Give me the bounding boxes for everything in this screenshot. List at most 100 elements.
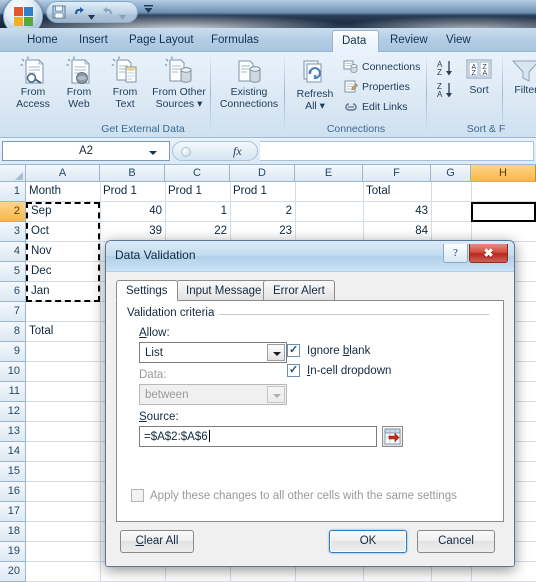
cell-c1[interactable]: Prod 1 bbox=[165, 182, 230, 201]
source-input[interactable]: =$A$2:$A$6 bbox=[139, 426, 377, 447]
row-header-12[interactable]: 12 bbox=[0, 402, 26, 422]
dialog-tab-settings[interactable]: Settings bbox=[116, 280, 178, 301]
column-header-d[interactable]: D bbox=[230, 165, 295, 181]
cell-f2[interactable]: 43 bbox=[363, 202, 431, 221]
cell-d2[interactable]: 2 bbox=[230, 202, 295, 221]
allow-combobox[interactable]: List bbox=[139, 342, 287, 363]
in-cell-dropdown-text: n-cell dropdown bbox=[310, 365, 392, 377]
row-header-13[interactable]: 13 bbox=[0, 422, 26, 442]
column-header-h[interactable]: H bbox=[471, 165, 536, 181]
tab-home[interactable]: Home bbox=[18, 30, 68, 52]
properties-button[interactable]: Properties bbox=[342, 78, 410, 96]
cell-a3[interactable]: Oct bbox=[28, 222, 98, 241]
cell-c3[interactable]: 22 bbox=[165, 222, 230, 241]
office-button[interactable] bbox=[3, 0, 43, 28]
tab-formulas[interactable]: Formulas bbox=[202, 30, 268, 52]
cell-a5[interactable]: Dec bbox=[28, 262, 98, 281]
from-text-button[interactable]: From Text bbox=[102, 54, 148, 110]
column-header-a[interactable]: A bbox=[26, 165, 100, 181]
validation-criteria-label: Validation criteria bbox=[127, 307, 220, 319]
dialog-titlebar[interactable]: Data Validation ? ✖ bbox=[106, 241, 514, 272]
row-header-6[interactable]: 6 bbox=[0, 282, 26, 302]
formula-input[interactable] bbox=[260, 141, 534, 161]
in-cell-dropdown-checkbox[interactable]: ✓ bbox=[287, 364, 300, 377]
filter-button[interactable]: Filter bbox=[506, 56, 536, 97]
tab-insert[interactable]: Insert bbox=[70, 30, 118, 52]
cell-a4[interactable]: Nov bbox=[28, 242, 98, 261]
column-header-e[interactable]: E bbox=[295, 165, 363, 181]
from-access-button[interactable]: From Access bbox=[10, 54, 56, 110]
cell-b3[interactable]: 39 bbox=[100, 222, 165, 241]
name-box-dropdown-icon[interactable] bbox=[149, 151, 157, 155]
column-header-g[interactable]: G bbox=[431, 165, 471, 181]
dialog-close-button[interactable]: ✖ bbox=[469, 244, 508, 263]
cell-a8[interactable]: Total bbox=[26, 322, 100, 341]
formula-input-area: fx bbox=[172, 141, 534, 161]
row-header-10[interactable]: 10 bbox=[0, 362, 26, 382]
row-header-1[interactable]: 1 bbox=[0, 182, 26, 202]
cell-c2[interactable]: 1 bbox=[165, 202, 230, 221]
column-header-b[interactable]: B bbox=[100, 165, 165, 181]
from-web-button[interactable]: From Web bbox=[56, 54, 102, 110]
row-header-7[interactable]: 7 bbox=[0, 302, 26, 322]
row-header-18[interactable]: 18 bbox=[0, 522, 26, 542]
sort-button[interactable]: A Z Z A Sort bbox=[460, 56, 498, 97]
cell-f1[interactable]: Total bbox=[363, 182, 431, 201]
from-other-sources-button[interactable]: From Other Sources ▾ bbox=[146, 54, 212, 110]
sort-az-button[interactable]: A Z bbox=[436, 58, 458, 81]
filter-label: Filter bbox=[514, 84, 536, 96]
row-header-5[interactable]: 5 bbox=[0, 262, 26, 282]
cell-a1[interactable]: Month bbox=[26, 182, 100, 201]
row-header-2[interactable]: 2 bbox=[0, 202, 26, 222]
row-header-19[interactable]: 19 bbox=[0, 542, 26, 562]
cell-a6[interactable]: Jan bbox=[28, 282, 98, 301]
insert-function-icon[interactable]: fx bbox=[233, 144, 242, 159]
redo-icon[interactable] bbox=[100, 5, 116, 21]
row-header-20[interactable]: 20 bbox=[0, 562, 26, 582]
row-header-15[interactable]: 15 bbox=[0, 462, 26, 482]
undo-dropdown-icon[interactable] bbox=[88, 11, 95, 20]
cell-d3[interactable]: 23 bbox=[230, 222, 295, 241]
sort-za-button[interactable]: Z A bbox=[436, 80, 458, 103]
range-select-button[interactable] bbox=[382, 426, 403, 447]
select-all-corner[interactable] bbox=[0, 165, 26, 181]
column-header-f[interactable]: F bbox=[363, 165, 431, 181]
undo-icon[interactable] bbox=[71, 5, 87, 21]
clear-all-button[interactable]: Clear All bbox=[120, 530, 194, 553]
customize-qat-icon[interactable] bbox=[142, 4, 154, 18]
row-header-8[interactable]: 8 bbox=[0, 322, 26, 342]
row-header-9[interactable]: 9 bbox=[0, 342, 26, 362]
cell-d1[interactable]: Prod 1 bbox=[230, 182, 295, 201]
tab-page-layout[interactable]: Page Layout bbox=[120, 30, 200, 52]
name-box[interactable]: A2 bbox=[2, 141, 170, 161]
ok-button[interactable]: OK bbox=[329, 530, 407, 553]
existing-connections-button[interactable]: Existing Connections bbox=[216, 54, 282, 110]
cell-a2[interactable]: Sep bbox=[28, 202, 98, 221]
dialog-body: Settings Input Message Error Alert Valid… bbox=[106, 272, 514, 566]
cancel-button[interactable]: Cancel bbox=[417, 530, 495, 553]
column-header-c[interactable]: C bbox=[165, 165, 230, 181]
row-header-17[interactable]: 17 bbox=[0, 502, 26, 522]
row-header-16[interactable]: 16 bbox=[0, 482, 26, 502]
row-header-4[interactable]: 4 bbox=[0, 242, 26, 262]
dialog-tab-input-message[interactable]: Input Message bbox=[176, 280, 272, 301]
edit-links-button[interactable]: Edit Links bbox=[342, 98, 408, 116]
dialog-help-button[interactable]: ? bbox=[443, 244, 468, 263]
row-header-11[interactable]: 11 bbox=[0, 382, 26, 402]
tab-review[interactable]: Review bbox=[381, 30, 435, 52]
allow-dropdown-button[interactable] bbox=[267, 344, 285, 361]
cell-f3[interactable]: 84 bbox=[363, 222, 431, 241]
row-header-14[interactable]: 14 bbox=[0, 442, 26, 462]
cancel-icon[interactable] bbox=[181, 147, 191, 157]
save-icon[interactable] bbox=[51, 5, 67, 21]
connections-button[interactable]: Connections bbox=[342, 58, 420, 76]
redo-dropdown-icon[interactable] bbox=[119, 11, 126, 20]
dialog-tab-error-alert[interactable]: Error Alert bbox=[263, 280, 335, 301]
refresh-all-button[interactable]: Refresh All ▾ bbox=[290, 56, 340, 112]
cell-b1[interactable]: Prod 1 bbox=[100, 182, 165, 201]
cell-b2[interactable]: 40 bbox=[100, 202, 165, 221]
row-header-3[interactable]: 3 bbox=[0, 222, 26, 242]
tab-view[interactable]: View bbox=[437, 30, 479, 52]
tab-data[interactable]: Data bbox=[332, 30, 379, 52]
ignore-blank-checkbox[interactable]: ✓ bbox=[287, 344, 300, 357]
